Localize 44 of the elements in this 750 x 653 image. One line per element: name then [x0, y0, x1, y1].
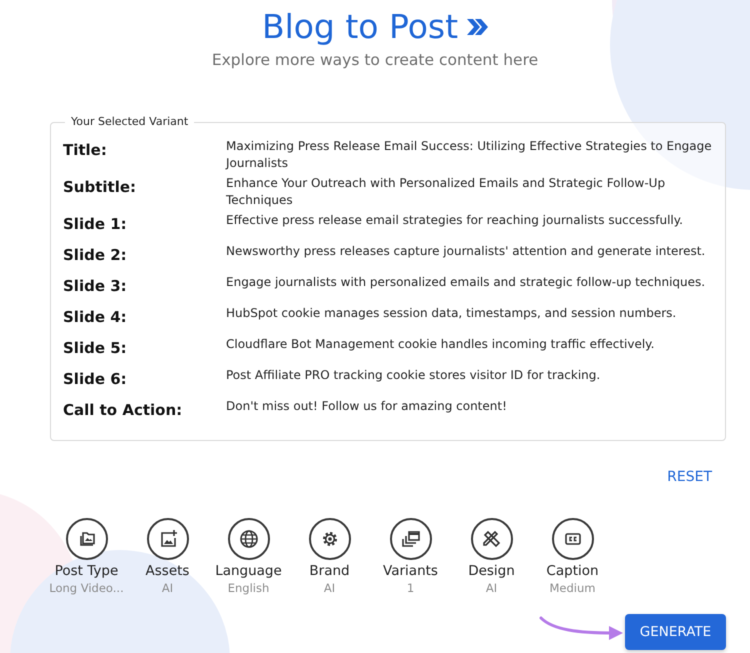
option-value: 1: [406, 580, 416, 596]
page-subtitle: Explore more ways to create content here: [210, 50, 540, 71]
option-value: Medium: [548, 580, 596, 596]
field-label: Slide 4:: [63, 307, 128, 328]
option-label: Brand: [308, 562, 351, 580]
generate-button[interactable]: GENERATE: [625, 614, 726, 650]
option-button[interactable]: [146, 518, 188, 560]
field-value: Engage journalists with personalized emails and strategic follow-up techniques.: [226, 274, 706, 292]
double-chevron-icon: [466, 16, 488, 36]
field-value: HubSpot cookie manages session data, timestamps, and session numbers.: [226, 305, 676, 322]
option-label: Language: [214, 562, 283, 580]
option-label: Caption: [545, 562, 600, 580]
field-label: Slide 1:: [63, 214, 128, 236]
option-label: Design: [467, 562, 516, 580]
option-label: Post Type: [54, 562, 120, 580]
field-value: Enhance Your Outreach with Personalized Emails and Strategic Follow-Up Techniques: [226, 175, 666, 210]
option-value: AI: [484, 580, 498, 596]
field-value: Newsworthy press releases capture journalists' attention and generate interest.: [226, 243, 706, 260]
option-value: AI: [160, 580, 174, 596]
field-value: Maximizing Press Release Email Success: Utilizing Effective Strategies to Engage Journalists: [226, 138, 713, 172]
option-button[interactable]: [308, 518, 350, 560]
reset-button[interactable]: RESET: [667, 467, 712, 488]
option-label: Assets: [144, 562, 190, 580]
field-label: Call to Action:: [63, 400, 184, 422]
option-label: Variants: [382, 562, 439, 580]
option-button[interactable]: [66, 518, 108, 560]
option-value: Long Video...: [48, 580, 125, 596]
field-label: Title:: [63, 140, 108, 162]
field-label: Slide 5:: [63, 338, 128, 360]
option-button[interactable]: [390, 518, 432, 560]
field-value: Effective press release email strategies for reaching journalists successfully.: [226, 212, 683, 230]
page-title: Blog to Post: [262, 10, 458, 43]
field-value: Cloudflare Bot Management cookie handles incoming traffic effectively.: [226, 336, 654, 354]
option-value: English: [226, 580, 270, 596]
field-label: Slide 3:: [63, 276, 128, 298]
field-value: Post Affiliate PRO tracking cookie stores visitor ID for tracking.: [226, 367, 600, 384]
field-label: Subtitle:: [63, 177, 138, 198]
option-button[interactable]: [470, 518, 512, 560]
option-button[interactable]: [552, 518, 594, 560]
option-value: AI: [322, 580, 336, 596]
option-button[interactable]: [228, 518, 270, 560]
field-label: Slide 6:: [63, 369, 128, 390]
field-value: Don't miss out! Follow us for amazing content!: [226, 398, 507, 416]
field-label: Slide 2:: [63, 245, 128, 266]
